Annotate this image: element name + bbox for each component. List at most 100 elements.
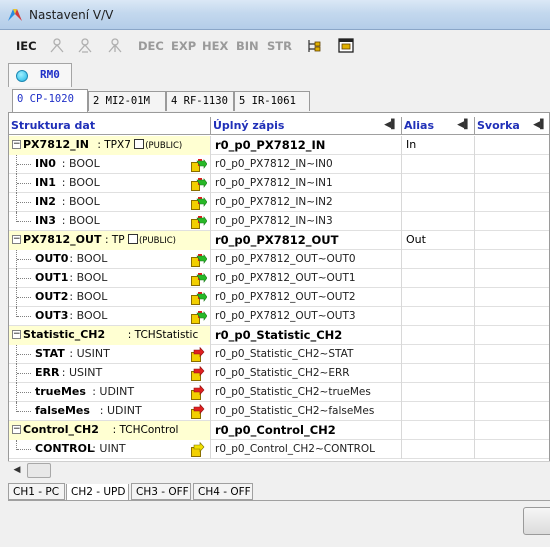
collapse-icon[interactable]: − (12, 330, 21, 339)
member-row[interactable]: OUT1: BOOL r0_p0_PX7812_OUT~OUT1 (9, 269, 549, 288)
alias-cell[interactable] (402, 250, 475, 269)
structure-cell[interactable]: IN2: BOOL (9, 193, 211, 212)
terminal-cell[interactable] (475, 326, 549, 345)
full-name-cell[interactable]: r0_p0_Statistic_CH2~ERR (211, 364, 402, 383)
member-row[interactable]: IN0: BOOL r0_p0_PX7812_IN~IN0 (9, 155, 549, 174)
red-arrow-icon[interactable] (191, 346, 207, 362)
tab-module-0[interactable]: 0 CP-1020 (12, 89, 88, 112)
alias-cell[interactable] (402, 383, 475, 402)
bin-button[interactable]: BIN (236, 36, 259, 56)
red-arrow-icon[interactable] (191, 365, 207, 381)
green-arrow-icon[interactable] (191, 290, 208, 305)
hex-button[interactable]: HEX (202, 36, 228, 56)
collapse-icon[interactable]: − (12, 140, 21, 149)
group-row[interactable]: − PX7812_OUT: TP (PUBLIC) r0_p0_PX7812_OUT… (9, 231, 549, 250)
structure-cell[interactable]: ERR: USINT (9, 364, 211, 383)
structure-cell[interactable]: − PX7812_IN: TPX7 (PUBLIC) (9, 136, 211, 155)
green-arrow-icon[interactable] (191, 309, 208, 324)
alias-cell[interactable] (402, 364, 475, 383)
full-name-cell[interactable]: r0_p0_PX7812_OUT~OUT3 (211, 307, 402, 326)
dec-button[interactable]: DEC (138, 36, 164, 56)
tree-icon[interactable] (305, 38, 323, 54)
terminal-cell[interactable] (475, 155, 549, 174)
red-arrow-icon[interactable] (191, 384, 207, 400)
structure-cell[interactable]: IN0: BOOL (9, 155, 211, 174)
member-row[interactable]: falseMes: UDINT r0_p0_Statistic_CH2~false… (9, 402, 549, 421)
column-header-terminal[interactable]: Svorka ◀▌ (475, 117, 549, 135)
full-name-cell[interactable]: r0_p0_Statistic_CH2~trueMes (211, 383, 402, 402)
column-header-structure[interactable]: Struktura dat (9, 117, 211, 135)
structure-cell[interactable]: IN1: BOOL (9, 174, 211, 193)
exp-button[interactable]: EXP (171, 36, 196, 56)
member-row[interactable]: CONTROL: UINT r0_p0_Control_CH2~CONTROL (9, 440, 549, 459)
alias-cell[interactable] (402, 155, 475, 174)
alias-cell[interactable] (402, 288, 475, 307)
member-row[interactable]: OUT2: BOOL r0_p0_PX7812_OUT~OUT2 (9, 288, 549, 307)
alias-cell[interactable] (402, 326, 475, 345)
alias-cell[interactable] (402, 212, 475, 231)
full-name-cell[interactable]: r0_p0_Control_CH2 (211, 421, 402, 440)
member-row[interactable]: ERR: USINT r0_p0_Statistic_CH2~ERR (9, 364, 549, 383)
tab-module-5[interactable]: 5 IR-1061 (234, 91, 310, 111)
column-header-full[interactable]: Úplný zápis ◀▌ (211, 117, 402, 135)
window-icon[interactable] (337, 38, 355, 54)
full-name-cell[interactable]: r0_p0_PX7812_IN~IN3 (211, 212, 402, 231)
full-name-cell[interactable]: r0_p0_PX7812_OUT~OUT0 (211, 250, 402, 269)
yellow-arrow-icon[interactable] (191, 441, 207, 457)
full-name-cell[interactable]: r0_p0_Statistic_CH2 (211, 326, 402, 345)
collapse-icon[interactable]: − (12, 235, 21, 244)
alias-cell[interactable]: In (402, 136, 475, 155)
terminal-cell[interactable] (475, 231, 549, 250)
full-name-cell[interactable]: r0_p0_PX7812_IN~IN0 (211, 155, 402, 174)
horizontal-scrollbar[interactable]: ◀ (8, 461, 550, 478)
scroll-left-icon[interactable]: ◀ (9, 463, 25, 478)
terminal-cell[interactable] (475, 402, 549, 421)
structure-cell[interactable]: OUT2: BOOL (9, 288, 211, 307)
structure-cell[interactable]: IN3: BOOL (9, 212, 211, 231)
structure-cell[interactable]: falseMes: UDINT (9, 402, 211, 421)
run-icon[interactable] (48, 38, 66, 54)
member-row[interactable]: trueMes: UDINT r0_p0_Statistic_CH2~trueMe… (9, 383, 549, 402)
tab-channel-1[interactable]: CH1 - PC (8, 483, 65, 500)
alias-cell[interactable] (402, 345, 475, 364)
scroll-thumb[interactable] (27, 463, 51, 478)
alias-cell[interactable] (402, 269, 475, 288)
red-arrow-icon[interactable] (191, 403, 207, 419)
terminal-cell[interactable] (475, 440, 549, 459)
green-arrow-icon[interactable] (191, 214, 208, 229)
terminal-cell[interactable] (475, 288, 549, 307)
alias-cell[interactable] (402, 193, 475, 212)
green-arrow-icon[interactable] (191, 252, 208, 267)
full-name-cell[interactable]: r0_p0_PX7812_OUT~OUT2 (211, 288, 402, 307)
group-row[interactable]: − Statistic_CH2: TCHStatistic r0_p0_Statis… (9, 326, 549, 345)
str-button[interactable]: STR (267, 36, 292, 56)
structure-cell[interactable]: OUT0: BOOL (9, 250, 211, 269)
full-name-cell[interactable]: r0_p0_Control_CH2~CONTROL (211, 440, 402, 459)
member-row[interactable]: IN3: BOOL r0_p0_PX7812_IN~IN3 (9, 212, 549, 231)
structure-cell[interactable]: − Statistic_CH2: TCHStatistic (9, 326, 211, 345)
full-name-cell[interactable]: r0_p0_PX7812_OUT (211, 231, 402, 250)
member-row[interactable]: STAT: USINT r0_p0_Statistic_CH2~STAT (9, 345, 549, 364)
terminal-cell[interactable] (475, 193, 549, 212)
terminal-cell[interactable] (475, 136, 549, 155)
member-row[interactable]: OUT0: BOOL r0_p0_PX7812_OUT~OUT0 (9, 250, 549, 269)
alias-cell[interactable] (402, 421, 475, 440)
tab-channel-2[interactable]: CH2 - UPD (66, 484, 129, 501)
green-arrow-icon[interactable] (191, 157, 208, 172)
terminal-cell[interactable] (475, 212, 549, 231)
collapse-icon[interactable]: − (12, 425, 21, 434)
alias-cell[interactable] (402, 174, 475, 193)
full-name-cell[interactable]: r0_p0_PX7812_IN~IN2 (211, 193, 402, 212)
green-arrow-icon[interactable] (191, 176, 208, 191)
terminal-cell[interactable] (475, 421, 549, 440)
terminal-cell[interactable] (475, 383, 549, 402)
member-row[interactable]: IN1: BOOL r0_p0_PX7812_IN~IN1 (9, 174, 549, 193)
tab-channel-4[interactable]: CH4 - OFF (193, 483, 253, 500)
tab-rm0[interactable]: RM0 (8, 63, 72, 87)
terminal-cell[interactable] (475, 250, 549, 269)
green-arrow-icon[interactable] (191, 195, 208, 210)
group-row[interactable]: − Control_CH2: TCHControl r0_p0_Control_CH… (9, 421, 549, 440)
structure-cell[interactable]: trueMes: UDINT (9, 383, 211, 402)
tab-channel-3[interactable]: CH3 - OFF (131, 483, 191, 500)
full-name-cell[interactable]: r0_p0_Statistic_CH2~STAT (211, 345, 402, 364)
